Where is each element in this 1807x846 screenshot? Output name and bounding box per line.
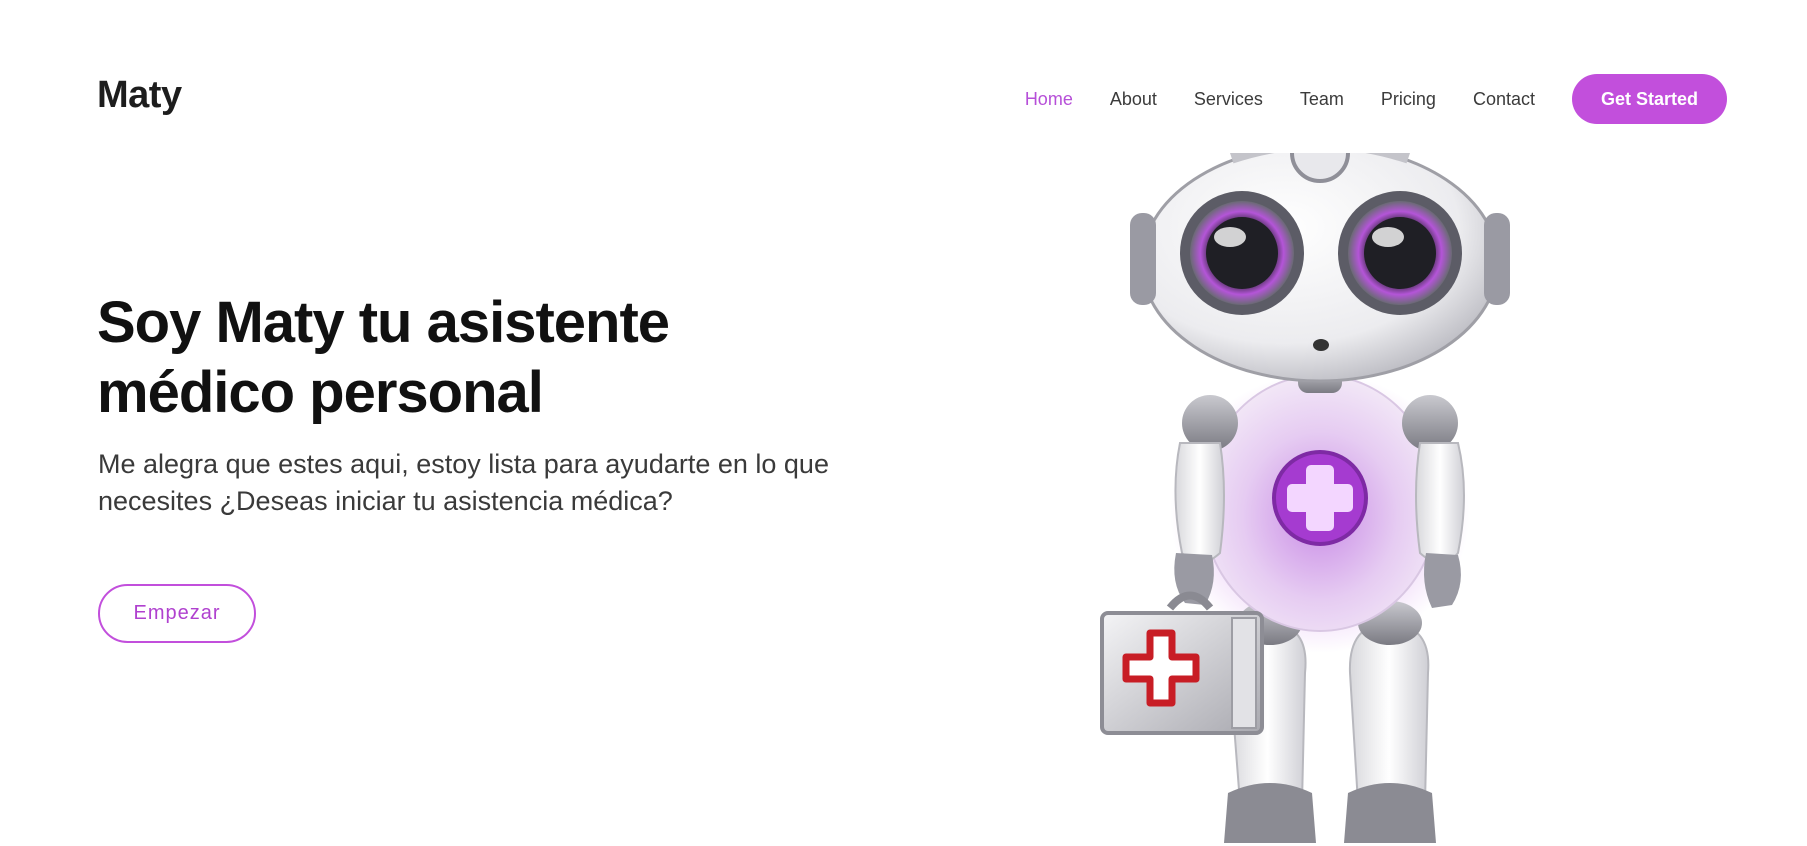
nav-home[interactable]: Home [1025, 89, 1073, 110]
brand-logo[interactable]: Maty [97, 74, 182, 117]
empezar-button[interactable]: Empezar [98, 584, 256, 643]
nav-team[interactable]: Team [1300, 89, 1344, 110]
nav-about[interactable]: About [1110, 89, 1157, 110]
nav-pricing[interactable]: Pricing [1381, 89, 1436, 110]
main-nav: Home About Services Team Pricing Contact… [988, 74, 1727, 124]
hero-subtitle: Me alegra que estes aqui, estoy lista pa… [98, 449, 829, 516]
get-started-button[interactable]: Get Started [1572, 74, 1727, 124]
hero-title: Soy Maty tu asistente médico personal [97, 290, 670, 425]
nav-contact[interactable]: Contact [1473, 89, 1535, 110]
nav-services[interactable]: Services [1194, 89, 1263, 110]
robot-doctor-icon [1100, 123, 1510, 843]
robot-illustration [1080, 123, 1550, 843]
